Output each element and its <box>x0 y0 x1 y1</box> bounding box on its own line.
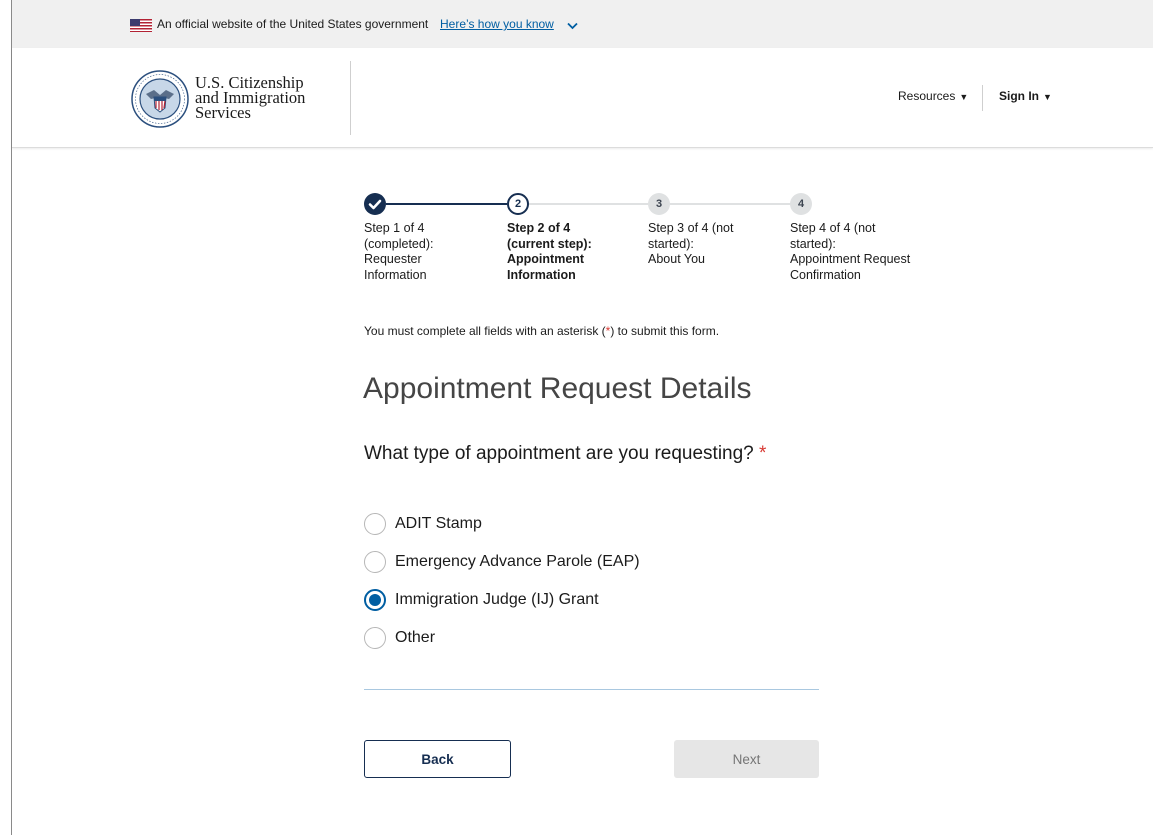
step-label: Step 1 of 4 (completed): Requester Infor… <box>364 221 434 282</box>
question-text: What type of appointment are you request… <box>364 443 754 464</box>
step-connector <box>386 203 507 205</box>
step-label: Step 3 of 4 (not started): About You <box>648 221 734 266</box>
radio-option-other[interactable]: Other <box>364 619 640 657</box>
checkmark-icon <box>364 193 386 215</box>
next-button[interactable]: Next <box>674 740 819 778</box>
radio-button[interactable] <box>364 513 386 535</box>
us-flag-icon <box>130 19 152 32</box>
radio-label[interactable]: Immigration Judge (IJ) Grant <box>395 591 599 609</box>
header-divider <box>350 61 351 135</box>
radio-button[interactable] <box>364 551 386 573</box>
chevron-down-icon[interactable] <box>567 17 578 35</box>
page-title: Appointment Request Details <box>363 372 752 405</box>
step-number: 4 <box>790 193 812 215</box>
radio-label[interactable]: Other <box>395 629 435 647</box>
step-number: 2 <box>507 193 529 215</box>
sign-in-menu-button[interactable]: Sign In ▼ <box>999 89 1052 103</box>
appointment-type-radio-group: ADIT Stamp Emergency Advance Parole (EAP… <box>364 505 640 657</box>
appointment-type-question: What type of appointment are you request… <box>364 443 766 465</box>
radio-option-adit-stamp[interactable]: ADIT Stamp <box>364 505 640 543</box>
back-button[interactable]: Back <box>364 740 511 778</box>
step-connector <box>529 203 648 205</box>
radio-option-ij-grant[interactable]: Immigration Judge (IJ) Grant <box>364 581 640 619</box>
heres-how-you-know-link[interactable]: Here’s how you know <box>440 17 554 31</box>
caret-down-icon: ▼ <box>959 92 969 102</box>
step-connector <box>670 203 791 205</box>
required-asterisk: * <box>759 443 767 464</box>
form-divider <box>364 689 819 690</box>
sign-in-label: Sign In <box>999 89 1039 103</box>
resources-menu-button[interactable]: Resources ▼ <box>898 89 968 103</box>
site-header: U.S. Citizenship and Immigration Service… <box>12 48 1153 148</box>
radio-option-eap[interactable]: Emergency Advance Parole (EAP) <box>364 543 640 581</box>
required-note-text: ) to submit this form. <box>610 324 720 338</box>
required-fields-note: You must complete all fields with an ast… <box>364 324 719 338</box>
radio-button[interactable] <box>364 627 386 649</box>
caret-down-icon: ▼ <box>1043 92 1052 102</box>
radio-label[interactable]: ADIT Stamp <box>395 515 482 533</box>
gov-banner: An official website of the United States… <box>12 0 1153 48</box>
radio-label[interactable]: Emergency Advance Parole (EAP) <box>395 553 640 571</box>
agency-name-line3: Services <box>195 103 251 122</box>
required-note-text: You must complete all fields with an ast… <box>364 324 606 338</box>
radio-button-selected[interactable] <box>364 589 386 611</box>
dhs-seal-logo[interactable] <box>131 70 189 128</box>
nav-divider <box>982 85 983 111</box>
step-number: 3 <box>648 193 670 215</box>
gov-banner-text: An official website of the United States… <box>157 17 429 31</box>
agency-name[interactable]: U.S. Citizenship and Immigration Service… <box>195 74 305 122</box>
resources-label: Resources <box>898 89 956 103</box>
step-label: Step 4 of 4 (not started): Appointment R… <box>790 221 911 282</box>
step-label: Step 2 of 4 (current step): Appointment … <box>507 221 592 282</box>
